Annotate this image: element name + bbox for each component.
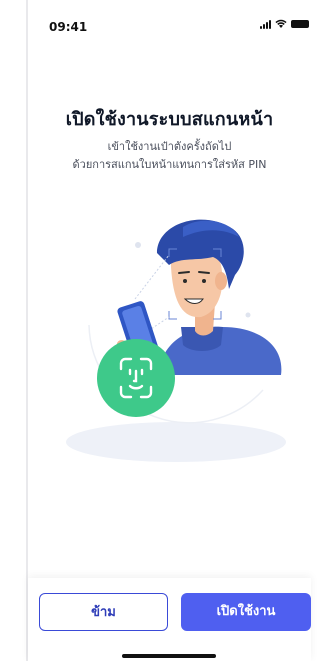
subtitle-line-2: ด้วยการสแกนใบหน้าแทนการใส่รหัส PIN	[72, 158, 267, 171]
main-content: เปิดใช้งานระบบสแกนหน้า เข้าใช้งานเป๋าตัง…	[28, 0, 311, 661]
page-title: เปิดใช้งานระบบสแกนหน้า	[65, 109, 274, 130]
floor-shadow	[66, 422, 286, 462]
bottom-action-bar: ข้าม เปิดใช้งาน	[28, 578, 311, 661]
face-id-icon	[97, 339, 175, 417]
phone-screen: 09:41 เปิดใช้งานระบบสแกนหน้า เข้าใช้งานเ…	[0, 0, 311, 661]
home-indicator	[122, 654, 216, 658]
subtitle-line-1: เข้าใช้งานเป๋าตังครั้งถัดไป	[107, 140, 232, 153]
enable-face-scan-button[interactable]: เปิดใช้งาน	[181, 593, 311, 631]
skip-button[interactable]: ข้าม	[39, 593, 168, 631]
face-scan-illustration	[66, 219, 286, 462]
